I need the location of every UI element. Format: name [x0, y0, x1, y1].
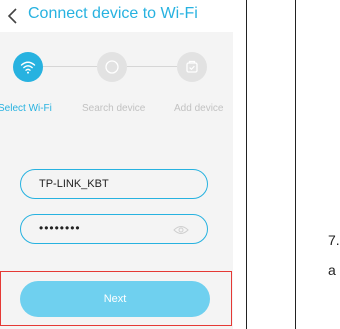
- ssid-value: TP-LINK_KBT: [39, 178, 109, 190]
- next-button[interactable]: Next: [20, 281, 210, 317]
- step-add-device: [177, 52, 207, 82]
- page: Connect device to Wi-Fi Select Wi-Fi Sea…: [0, 0, 340, 329]
- page-title: Connect device to Wi-Fi: [28, 5, 198, 22]
- eye-icon[interactable]: [173, 224, 189, 236]
- divider-right: [295, 0, 296, 329]
- password-value: ••••••••: [39, 221, 81, 235]
- step-search-device: [97, 52, 127, 82]
- side-text-line2: a: [328, 262, 336, 278]
- side-text-line1: 7.: [328, 232, 340, 248]
- step-select-wifi: [13, 52, 43, 82]
- wifi-ssid-input[interactable]: TP-LINK_KBT: [20, 169, 208, 199]
- device-add-icon: [186, 60, 198, 73]
- step-label-select-wifi: Select Wi-Fi: [0, 103, 52, 114]
- search-icon: [105, 60, 119, 74]
- step-connector: [43, 66, 97, 67]
- divider-left: [246, 0, 247, 329]
- step-label-add-device: Add device: [174, 103, 224, 114]
- header-bar: Connect device to Wi-Fi: [0, 0, 233, 32]
- chevron-left-icon[interactable]: [4, 4, 24, 28]
- step-connector: [127, 66, 177, 67]
- wifi-icon: [20, 61, 36, 74]
- wifi-password-input[interactable]: ••••••••: [20, 214, 208, 244]
- step-label-search-device: Search device: [82, 103, 146, 114]
- phone-screen: Connect device to Wi-Fi Select Wi-Fi Sea…: [0, 0, 233, 329]
